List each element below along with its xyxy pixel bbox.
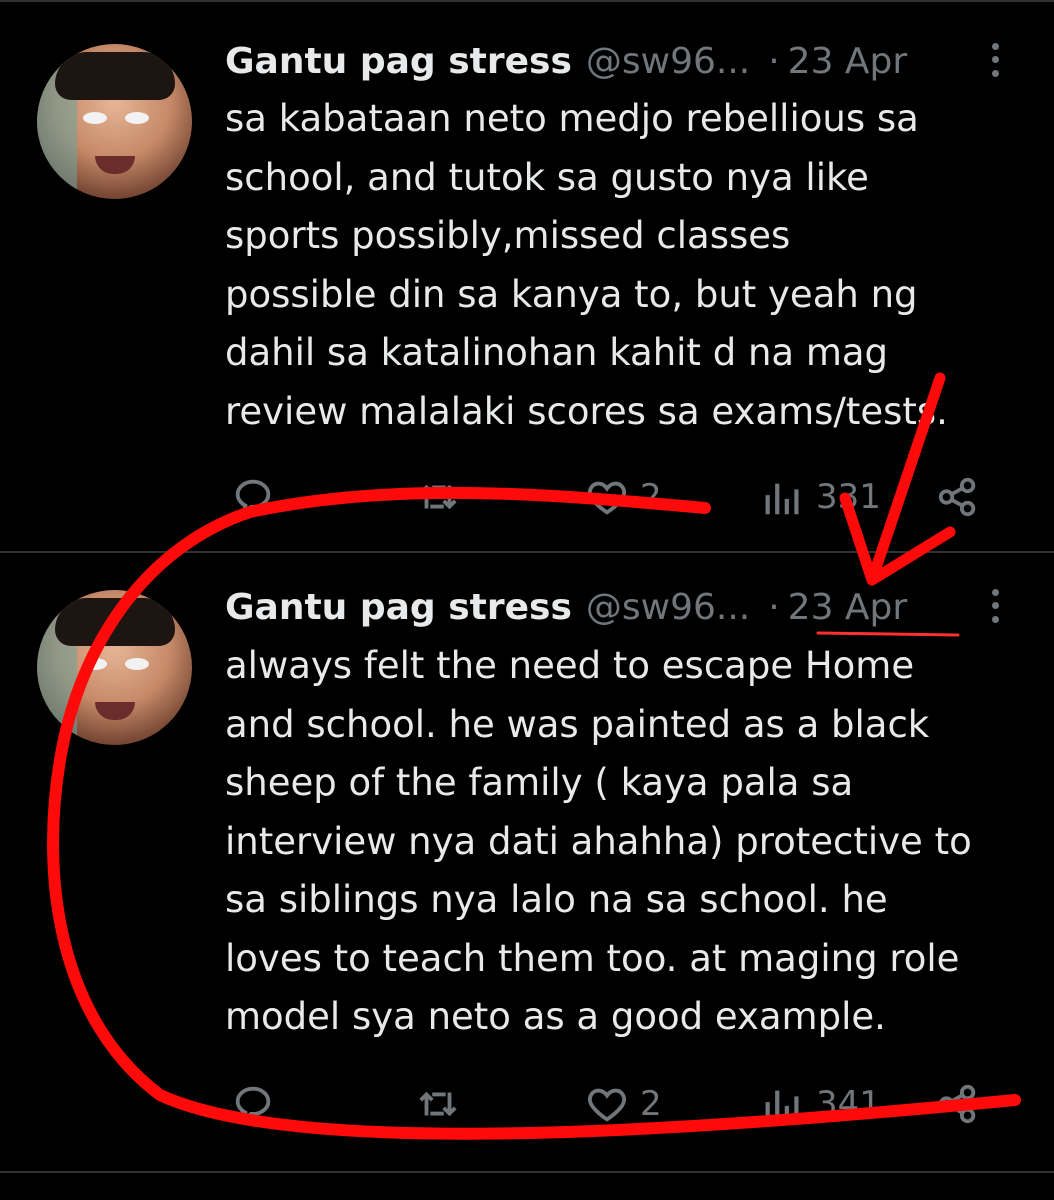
retweet-button[interactable]: [415, 472, 461, 522]
avatar-hair: [55, 52, 175, 100]
reply-button[interactable]: [230, 472, 276, 522]
author-handle[interactable]: @sw96...: [586, 40, 750, 84]
more-icon[interactable]: [988, 586, 1002, 626]
share-icon: [938, 477, 976, 517]
author-name[interactable]: Gantu pag stress: [225, 40, 572, 84]
tweet-text: sa kabataan neto medjo rebellious sa sch…: [225, 97, 948, 433]
author-name[interactable]: Gantu pag stress: [225, 586, 572, 630]
share-button[interactable]: [935, 472, 981, 522]
tweet-actions: 2 341: [0, 1079, 1054, 1129]
tweet-2[interactable]: Gantu pag stress @sw96... · 23 Apr alway…: [0, 553, 1054, 1173]
author-handle[interactable]: @sw96...: [586, 586, 750, 630]
avatar[interactable]: [37, 590, 192, 745]
reply-icon: [235, 479, 271, 518]
tweet-header: Gantu pag stress @sw96... · 23 Apr: [225, 586, 907, 630]
like-button[interactable]: 2: [584, 472, 662, 522]
tweet-date[interactable]: 23 Apr: [788, 40, 908, 84]
reply-button[interactable]: [230, 1079, 276, 1129]
avatar-mouth: [95, 156, 135, 174]
retweet-icon: [419, 484, 457, 510]
tweet-date[interactable]: 23 Apr: [788, 586, 908, 630]
views-icon: [765, 1090, 799, 1122]
like-button[interactable]: 2: [584, 1079, 662, 1129]
views-button[interactable]: 341: [760, 1079, 881, 1129]
share-icon: [938, 1084, 976, 1124]
view-count: 331: [816, 477, 881, 517]
avatar-hair: [55, 598, 175, 646]
avatar-eye: [125, 658, 149, 670]
tweet-text: always felt the need to escape Home and …: [225, 644, 972, 1038]
separator-dot: ·: [768, 41, 780, 82]
avatar-eye: [83, 112, 107, 124]
retweet-button[interactable]: [415, 1079, 461, 1129]
avatar-eye: [83, 658, 107, 670]
view-count: 341: [816, 1084, 881, 1124]
avatar-mouth: [95, 702, 135, 720]
reply-icon: [235, 1086, 271, 1125]
separator-dot: ·: [768, 587, 780, 628]
views-icon: [765, 483, 799, 515]
retweet-icon: [419, 1091, 457, 1117]
share-button[interactable]: [935, 1079, 981, 1129]
views-button[interactable]: 331: [760, 472, 881, 522]
like-count: 2: [640, 477, 662, 517]
heart-icon: [588, 1088, 626, 1122]
more-icon[interactable]: [988, 40, 1002, 80]
avatar-eye: [125, 112, 149, 124]
tweet-header: Gantu pag stress @sw96... · 23 Apr: [225, 40, 907, 84]
like-count: 2: [640, 1084, 662, 1124]
avatar[interactable]: [37, 44, 192, 199]
tweet-1[interactable]: Gantu pag stress @sw96... · 23 Apr sa ka…: [0, 0, 1054, 553]
heart-icon: [588, 481, 626, 515]
tweet-actions: 2 331: [0, 472, 1054, 522]
